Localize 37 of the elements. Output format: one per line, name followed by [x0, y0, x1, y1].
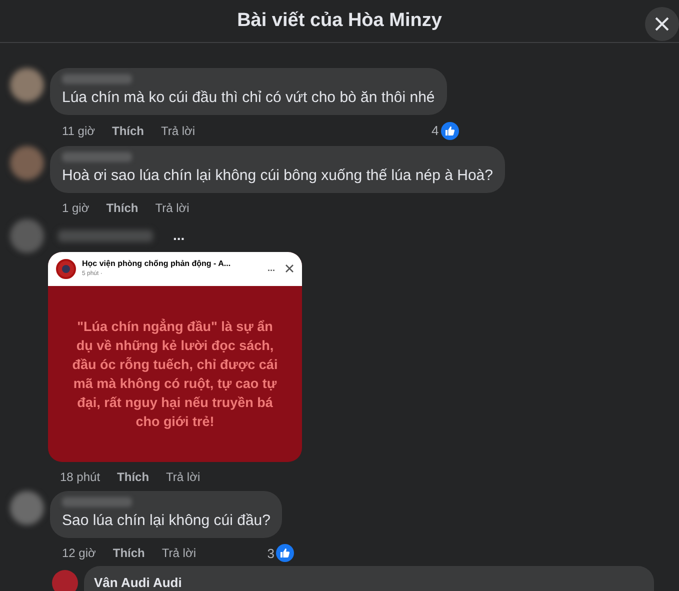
like-icon — [440, 122, 459, 140]
avatar — [52, 570, 78, 591]
comment-text: Hoà ơi sao lúa chín lại không cúi bông xuống thế lúa nép à Hoà? — [62, 166, 493, 186]
comment-time: 11 giờ — [62, 122, 95, 140]
comment-time: 1 giờ — [62, 200, 90, 216]
avatar — [10, 68, 44, 102]
comment-text: Lúa chín mà ko cúi đầu thì chỉ có vứt cho bò ăn thôi nhé — [62, 88, 435, 108]
reaction-count: 4 — [432, 122, 439, 140]
close-button[interactable] — [645, 7, 679, 41]
reply-link[interactable]: Trả lời — [166, 468, 200, 486]
window-title: Bài viết của Hòa Minzy — [237, 8, 442, 33]
like-link[interactable]: Thích — [117, 468, 150, 486]
avatar — [10, 146, 44, 180]
more-icon: ... — [267, 262, 275, 276]
page-name: Học viện phòng chống phản động - A... — [82, 258, 231, 268]
like-link[interactable]: Thích — [106, 198, 138, 216]
close-icon — [654, 16, 670, 32]
like-icon — [276, 544, 294, 562]
page-avatar — [56, 258, 76, 278]
avatar — [10, 218, 44, 252]
reply-link[interactable]: Trả lời — [155, 198, 190, 216]
like-link[interactable]: Thích — [112, 544, 145, 562]
close-icon — [285, 264, 294, 273]
blurred-name — [62, 496, 132, 506]
avatar — [10, 490, 44, 524]
like-link[interactable]: Thích — [112, 122, 144, 140]
blurred-name — [62, 74, 132, 84]
post-text: "Lúa chín ngẳng đầu" là sự ẩn dụ về những kẻ lười đọc sách, đầu óc rỗng tuếch, chỉ được cái mã mà không có ruột, tự cao tự đại, rất nguy hại nếu truyền bá cho giới trẻ! — [71, 318, 279, 431]
blurred-name — [62, 152, 132, 162]
comment-time: 12 giờ — [62, 545, 96, 562]
comment-time: 18 phút — [60, 468, 100, 486]
reply-link[interactable]: Trả lời — [161, 122, 196, 140]
reply-author: Vân Audi Audi — [94, 575, 182, 590]
reaction-count: 3 — [267, 544, 274, 562]
reply-link[interactable]: Trả lời — [162, 544, 196, 562]
comment-text: Sao lúa chín lại không cúi đầu? — [62, 510, 270, 530]
more-button[interactable]: ... — [173, 225, 185, 246]
